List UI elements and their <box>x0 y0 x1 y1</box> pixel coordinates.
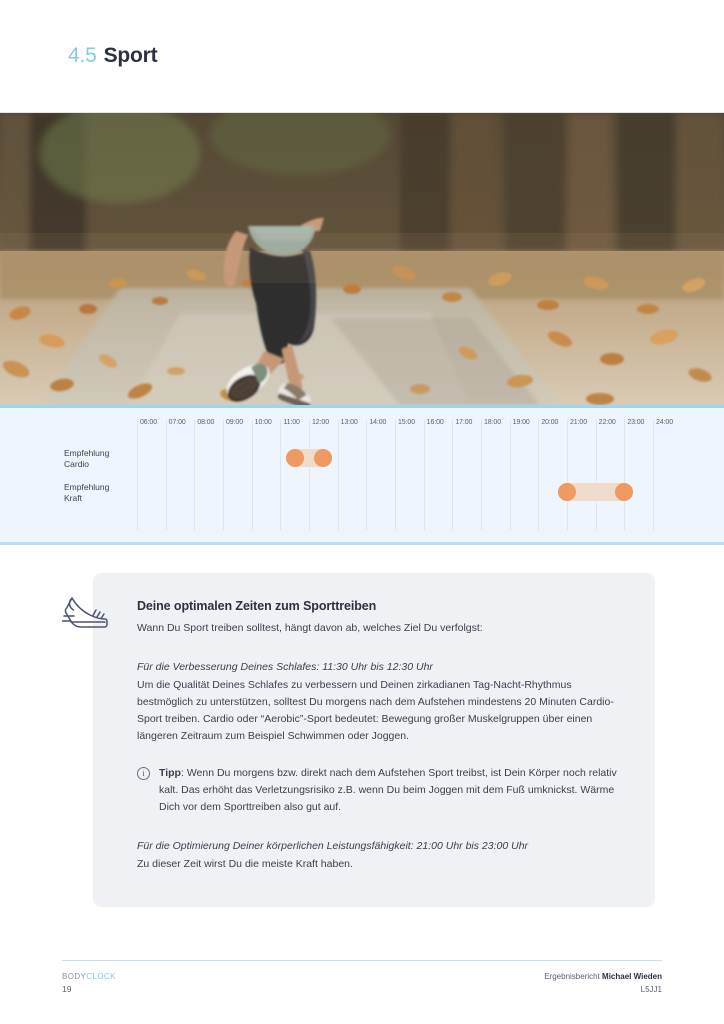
timeline-tick-label: 24:00 <box>656 419 674 426</box>
timeline-tick-label: 17:00 <box>455 419 473 426</box>
footer-right: Ergebnisbericht Michael Wieden L5JJ1 <box>544 970 662 996</box>
timeline-gridline <box>538 420 540 530</box>
page-title: 4.5 Sport <box>68 44 158 68</box>
report-name: Michael Wieden <box>602 972 662 981</box>
recommendation-timeline-chart: Empfehlung Cardio Empfehlung Kraft 06:00… <box>0 408 724 545</box>
tip-block: i Tipp: Wenn Du morgens bzw. direkt nach … <box>137 765 621 816</box>
timeline-tick-label: 14:00 <box>369 419 387 426</box>
timeline-gridline <box>309 420 310 530</box>
timeline-gridline <box>223 420 224 530</box>
tip-body: : Wenn Du morgens bzw. direkt nach dem A… <box>159 767 617 813</box>
running-shoe-icon <box>61 589 108 631</box>
timeline-gridline <box>653 420 654 530</box>
timeline-row-label-kraft: Empfehlung Kraft <box>64 482 110 503</box>
info-card: Deine optimalen Zeiten zum Sporttreiben … <box>93 573 655 907</box>
footer-left: BODYCLOCK 19 <box>62 970 116 996</box>
section2-heading: Für die Optimierung Deiner körperlichen … <box>137 840 529 852</box>
timeline-marker-end <box>314 449 333 467</box>
info-icon: i <box>137 767 150 780</box>
brand-clock: CLOCK <box>86 972 116 981</box>
timeline-tick-label: 10:00 <box>254 419 272 426</box>
timeline-gridline <box>251 420 253 530</box>
page-number: 19 <box>62 984 72 994</box>
report-code: L5JJ1 <box>640 985 662 994</box>
timeline-gridline <box>337 420 339 530</box>
section-number: 4.5 <box>68 44 97 67</box>
timeline-gridline <box>194 420 196 530</box>
timeline-gridline <box>567 420 568 530</box>
section2-body: Zu dieser Zeit wirst Du die meiste Kraft… <box>137 858 353 870</box>
timeline-gridline <box>452 420 454 530</box>
tip-label: Tipp <box>159 767 181 779</box>
timeline-tick-label: 19:00 <box>512 419 530 426</box>
timeline-gridline <box>280 420 282 530</box>
timeline-tick-label: 09:00 <box>226 419 244 426</box>
report-line: Ergebnisbericht Michael Wieden <box>544 970 662 983</box>
timeline-tick-label: 23:00 <box>627 419 645 426</box>
page-header: 4.5 Sport <box>0 0 724 113</box>
timeline-marker-start <box>558 483 576 501</box>
timeline-marker-end <box>615 483 634 501</box>
timeline-gridline <box>165 420 167 530</box>
card-heading: Deine optimalen Zeiten zum Sporttreiben <box>137 599 377 613</box>
timeline-row-labels: Empfehlung Cardio Empfehlung Kraft <box>64 408 134 542</box>
timeline-bar-kraft <box>558 483 634 501</box>
timeline-row-label-cardio: Empfehlung Cardio <box>64 448 110 469</box>
timeline-tick-label: 20:00 <box>541 419 559 426</box>
timeline-tick-label: 22:00 <box>598 419 616 426</box>
section1-body: Um die Qualität Deines Schlafes zu verbe… <box>137 679 614 742</box>
timeline-bar-cardio <box>285 449 333 467</box>
timeline-tick-label: 13:00 <box>340 419 358 426</box>
section1-heading: Für die Verbesserung Deines Schlafes: 11… <box>137 661 433 673</box>
footer-divider <box>62 960 662 961</box>
section-title: Sport <box>103 44 158 67</box>
timeline-tick-label: 07:00 <box>168 419 186 426</box>
brand-logo: BODYCLOCK <box>62 970 116 983</box>
timeline-marker-start <box>285 449 304 467</box>
timeline-gridline <box>137 420 138 530</box>
brand-body: BODY <box>62 972 87 981</box>
timeline-tick-label: 15:00 <box>398 419 416 426</box>
timeline-tick-label: 21:00 <box>570 419 588 426</box>
timeline-tick-label: 16:00 <box>426 419 444 426</box>
timeline-tick-label: 12:00 <box>312 419 330 426</box>
card-lead: Wann Du Sport treiben solltest, hängt da… <box>137 622 483 634</box>
timeline-gridline <box>366 420 368 530</box>
timeline-gridline <box>595 420 597 530</box>
timeline-gridline <box>509 420 511 530</box>
timeline-grid: 06:00 07:00 08:00 09:00 10:00 11:00 12:00 13:00… <box>137 419 673 530</box>
content-section: Deine optimalen Zeiten zum Sporttreiben … <box>0 545 724 907</box>
page-footer: BODYCLOCK 19 Ergebnisbericht Michael Wie… <box>0 960 724 1024</box>
runner-photo-illustration <box>0 113 724 405</box>
timeline-gridline <box>481 420 482 530</box>
timeline-tick-label: 11:00 <box>283 419 300 426</box>
report-label: Ergebnisbericht <box>544 972 600 981</box>
timeline-tick-label: 08:00 <box>197 419 215 426</box>
timeline-tick-label: 06:00 <box>140 419 158 426</box>
timeline-tick-label: 18:00 <box>484 419 502 426</box>
hero-photo <box>0 113 724 408</box>
timeline-gridline <box>624 420 626 530</box>
timeline-gridline <box>423 420 425 530</box>
timeline-gridline <box>395 420 396 530</box>
